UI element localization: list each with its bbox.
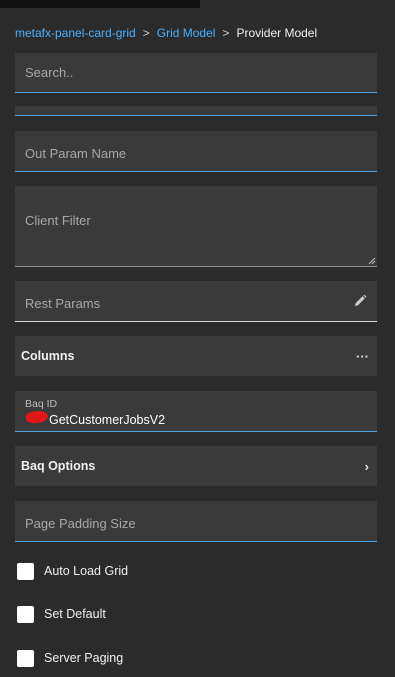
chevron-right-icon[interactable]: › — [365, 459, 369, 474]
page-padding-size-placeholder: Page Padding Size — [25, 516, 136, 531]
baq-id-label: Baq ID — [25, 398, 58, 410]
columns-label: Columns — [21, 349, 75, 363]
auto-load-grid-label: Auto Load Grid — [44, 564, 129, 578]
baq-options-label: Baq Options — [21, 459, 96, 473]
ellipsis-icon[interactable]: ··· — [356, 349, 369, 364]
scrolled-field[interactable] — [15, 106, 377, 116]
server-paging-checkbox[interactable] — [17, 649, 34, 667]
client-filter-placeholder: Client Filter — [25, 213, 91, 228]
server-paging-row[interactable]: Server Paging — [17, 648, 123, 668]
resize-grip-icon[interactable] — [368, 257, 376, 265]
top-bar — [0, 0, 200, 8]
baq-options-section[interactable]: Baq Options › — [15, 446, 377, 486]
search-placeholder: Search.. — [25, 65, 74, 80]
breadcrumb-separator: > — [222, 26, 230, 40]
server-paging-label: Server Paging — [44, 651, 124, 665]
breadcrumb-current: Provider Model — [236, 26, 318, 40]
rest-params-placeholder: Rest Params — [25, 296, 101, 311]
baq-id-field[interactable]: Baq ID GetCustomerJobsV2 — [15, 391, 377, 432]
rest-params-field[interactable]: Rest Params — [15, 281, 377, 322]
auto-load-grid-checkbox[interactable] — [17, 562, 34, 580]
pencil-icon[interactable] — [353, 294, 367, 308]
breadcrumb-separator: > — [142, 26, 150, 40]
auto-load-grid-row[interactable]: Auto Load Grid — [17, 561, 128, 581]
breadcrumb-link-panel-card-grid[interactable]: metafx-panel-card-grid — [15, 26, 136, 40]
out-param-name-placeholder: Out Param Name — [25, 146, 127, 161]
page-padding-size-field[interactable]: Page Padding Size — [15, 501, 377, 542]
breadcrumb: metafx-panel-card-grid > Grid Model > Pr… — [15, 24, 317, 42]
columns-section[interactable]: Columns ··· — [15, 336, 377, 376]
breadcrumb-link-grid-model[interactable]: Grid Model — [157, 26, 216, 40]
baq-id-value: GetCustomerJobsV2 — [49, 413, 166, 427]
search-input[interactable]: Search.. — [15, 53, 377, 93]
set-default-row[interactable]: Set Default — [17, 604, 106, 624]
client-filter-textarea[interactable]: Client Filter — [15, 186, 377, 267]
set-default-checkbox[interactable] — [17, 605, 34, 623]
out-param-name-field[interactable]: Out Param Name — [15, 131, 377, 172]
set-default-label: Set Default — [44, 607, 106, 621]
